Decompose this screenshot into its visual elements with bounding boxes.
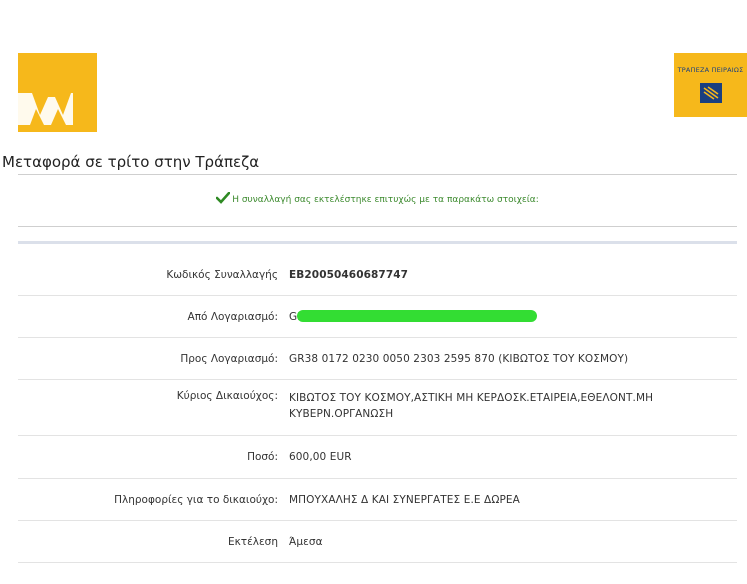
- piraeus-bank-mark-icon: [700, 83, 722, 103]
- detail-value: Άμεσα: [289, 535, 323, 548]
- detail-row-to-account: Προς Λογαριασμό: GR38 0172 0230 0050 230…: [18, 338, 737, 380]
- w-letter-icon: [18, 93, 73, 125]
- bank-name-text: ΤΡΑΠΕΖΑ ΠΕΙΡΑΙΩΣ: [677, 66, 744, 74]
- divider: [18, 226, 737, 227]
- piraeus-bank-logo: ΤΡΑΠΕΖΑ ΠΕΙΡΑΙΩΣ: [674, 53, 747, 117]
- detail-label: Προς Λογαριασμό:: [180, 352, 278, 365]
- w-letter-logo: [18, 53, 97, 132]
- detail-row-amount: Ποσό: 600,00 EUR: [18, 436, 737, 479]
- transaction-details: Κωδικός Συναλλαγής EB20050460687747 Από …: [18, 255, 737, 563]
- detail-row-beneficiary: Κύριος Δικαιούχος: ΚΙΒΩΤΟΣ ΤΟΥ ΚΟΣΜΟΥ,ΑΣ…: [18, 380, 737, 436]
- detail-label: Ποσό:: [247, 451, 278, 463]
- success-message: Η συναλλαγή σας εκτελέστηκε επιτυχώς με …: [18, 191, 737, 207]
- detail-row-from-account: Από Λογαριασμό: GR59 0171: [18, 296, 737, 338]
- detail-label: Κωδικός Συναλλαγής: [166, 269, 278, 281]
- check-icon: [215, 191, 231, 207]
- success-text: Η συναλλαγή σας εκτελέστηκε επιτυχώς με …: [232, 195, 539, 205]
- detail-value: GR59 0171: [289, 309, 689, 325]
- redaction-mark: [297, 309, 537, 322]
- detail-value: GR38 0172 0230 0050 2303 2595 870 (ΚΙΒΩΤ…: [289, 352, 629, 365]
- redacted-account: GR59 0171: [289, 309, 537, 325]
- detail-label: Από Λογαριασμό:: [187, 310, 278, 323]
- detail-label: Πληροφορίες για το δικαιούχο:: [114, 493, 278, 506]
- detail-row-transaction-code: Κωδικός Συναλλαγής EB20050460687747: [18, 255, 737, 296]
- detail-value: ΚΙΒΩΤΟΣ ΤΟΥ ΚΟΣΜΟΥ,ΑΣΤΙΚΗ ΜΗ ΚΕΡΔΟΣΚ.ΕΤΑ…: [289, 392, 654, 420]
- divider: [18, 174, 737, 175]
- detail-label: Εκτέλεση: [227, 535, 278, 548]
- detail-label: Κύριος Δικαιούχος:: [176, 390, 278, 402]
- detail-row-beneficiary-info: Πληροφορίες για το δικαιούχο: ΜΠΟΥΧΑΛΗΣ …: [18, 479, 737, 521]
- detail-value: EB20050460687747: [289, 269, 409, 281]
- page-title: Μεταφορά σε τρίτο στην Τράπεζα: [2, 153, 260, 172]
- detail-row-execution: Εκτέλεση Άμεσα: [18, 521, 737, 563]
- divider-thick: [18, 241, 737, 244]
- detail-value: ΜΠΟΥΧΑΛΗΣ Δ ΚΑΙ ΣΥΝΕΡΓΑΤΕΣ Ε.Ε ΔΩΡΕΑ: [289, 493, 520, 506]
- detail-value: 600,00 EUR: [289, 451, 352, 463]
